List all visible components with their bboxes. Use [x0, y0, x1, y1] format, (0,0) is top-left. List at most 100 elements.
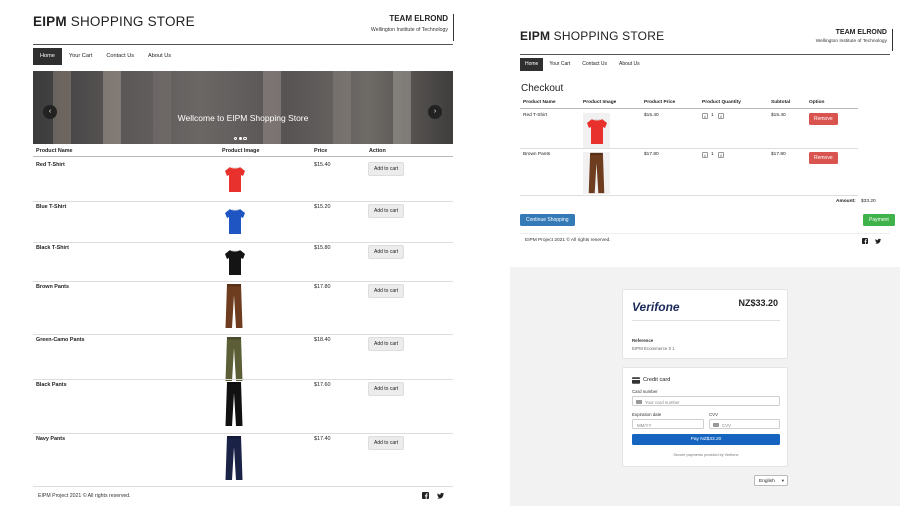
cvv-placeholder: CVV: [722, 422, 732, 428]
nav-your-cart[interactable]: Your Cart: [62, 48, 99, 65]
add-to-cart-button[interactable]: Add to cart: [368, 245, 405, 259]
add-to-cart-button[interactable]: Add to cart: [368, 162, 405, 176]
checkout-team-subtitle: Wellington Institute of Technology: [815, 39, 887, 44]
nav-contact-us[interactable]: Contact Us: [99, 48, 141, 65]
checkout-item-price: $17.80: [644, 152, 659, 157]
checkout-brand[interactable]: EIPM SHOPPING STORE: [520, 29, 664, 43]
checkout-item-subtotal: $17.80: [771, 152, 786, 157]
pants-image: [225, 382, 243, 426]
payment-button[interactable]: Payment: [863, 214, 895, 226]
facebook-icon[interactable]: [862, 238, 868, 244]
verifone-summary-card: Verifone NZ$33.20 Reference EIPM Ecommer…: [622, 289, 788, 359]
tshirt-image: [225, 249, 245, 275]
checkout-item-price: $15.40: [644, 113, 659, 118]
pants-image: [225, 436, 243, 480]
add-to-cart-button[interactable]: Add to cart: [368, 436, 405, 450]
row-divider: [33, 433, 453, 434]
facebook-icon[interactable]: [422, 492, 429, 499]
checkout-footer-divider: [520, 233, 890, 234]
carousel-indicators: [233, 127, 248, 144]
credit-card-title: Credit card: [643, 377, 671, 383]
expiry-placeholder: MM/YY: [637, 422, 652, 428]
col-price: Price: [314, 148, 328, 154]
cvv-label: CVV: [709, 412, 719, 417]
pay-button[interactable]: Pay NZ$33.20: [632, 434, 780, 445]
secure-payments-text: Secure payments provided by Verifone: [673, 453, 739, 457]
carousel-title: Wellcome to EIPM Shopping Store: [177, 113, 309, 123]
add-to-cart-button[interactable]: Add to cart: [368, 382, 405, 396]
checkout-nav-contact-us[interactable]: Contact Us: [576, 58, 613, 71]
add-to-cart-button[interactable]: Add to cart: [368, 204, 405, 218]
checkout-brand-bold: EIPM: [520, 29, 551, 43]
twitter-icon[interactable]: [875, 238, 881, 244]
checkout-nav-home[interactable]: Home: [520, 58, 544, 71]
add-to-cart-button[interactable]: Add to cart: [368, 337, 405, 351]
twitter-icon[interactable]: [437, 492, 444, 499]
pants-image: [588, 152, 605, 194]
product-name: Navy Pants: [36, 436, 66, 442]
main-nav: Home Your Cart Contact Us About Us: [33, 48, 178, 65]
footer-copyright: EIPM Project 2021 © All rights reserved.: [38, 493, 131, 499]
carousel-dot[interactable]: [233, 136, 238, 140]
language-select[interactable]: English ▾: [754, 475, 788, 486]
checkout-item-qty[interactable]: 1: [711, 152, 714, 157]
product-image: [224, 381, 244, 432]
continue-shopping-button[interactable]: Continue Shopping: [520, 214, 575, 226]
cvv-card-icon: [713, 423, 719, 427]
reference-value: EIPM Ecommerce 0 1: [632, 346, 675, 351]
reference-label: Reference: [632, 338, 654, 343]
checkout-table-end: [520, 195, 858, 196]
brand-bold: EIPM: [33, 14, 67, 29]
checkout-nav-your-cart[interactable]: Your Cart: [543, 58, 576, 71]
product-name: Green-Camo Pants: [36, 337, 85, 343]
tshirt-image: [587, 118, 607, 144]
product-image: [223, 207, 247, 240]
nav-about-us[interactable]: About Us: [141, 48, 178, 65]
checkout-product-image: [583, 113, 610, 149]
pants-image: [225, 337, 243, 381]
language-value: English: [759, 478, 775, 484]
carousel-decoration: [333, 71, 351, 144]
checkout-item-subtotal: $15.40: [771, 113, 786, 118]
product-name: Red T-Shirt: [36, 162, 65, 168]
team-box: TEAM ELROND Wellington Institute of Tech…: [330, 14, 454, 41]
expiry-field[interactable]: MM/YY: [632, 419, 704, 429]
quantity-increase-button[interactable]: ∨: [718, 152, 724, 158]
product-image: [224, 435, 244, 486]
store-brand[interactable]: EIPM SHOPPING STORE: [33, 14, 195, 29]
credit-card-form: Credit card Card number Your card number…: [622, 367, 788, 467]
carousel-decoration: [393, 71, 411, 144]
carousel-dot[interactable]: [243, 136, 247, 140]
cvv-field[interactable]: CVV: [709, 419, 780, 429]
brand-rest: SHOPPING STORE: [66, 14, 195, 29]
nav-home[interactable]: Home: [33, 48, 62, 65]
checkout-col-quantity: Product Quantity: [702, 100, 741, 105]
checkout-header-divider-line: [520, 108, 858, 109]
checkout-footer: EIPM Project 2021 © All rights reserved.: [525, 238, 611, 243]
expiry-label: Expiration date: [632, 412, 662, 417]
carousel-decoration: [263, 71, 281, 144]
pants-image: [225, 284, 243, 328]
header-divider: [33, 44, 453, 45]
carousel-decoration: [103, 71, 121, 144]
row-divider: [33, 379, 453, 380]
product-name: Brown Pants: [36, 284, 69, 290]
checkout-nav-about-us[interactable]: About Us: [613, 58, 646, 71]
col-action: Action: [369, 148, 386, 154]
add-to-cart-button[interactable]: Add to cart: [368, 284, 405, 298]
quantity-decrease-button[interactable]: ∧: [702, 152, 708, 158]
quantity-decrease-button[interactable]: ∧: [702, 113, 708, 119]
remove-button[interactable]: Remove: [809, 152, 838, 164]
card-number-field[interactable]: Your card number: [632, 396, 780, 406]
product-price: $18.40: [314, 337, 331, 343]
quantity-increase-button[interactable]: ∨: [718, 113, 724, 119]
carousel-dot-active[interactable]: [238, 136, 243, 140]
remove-button[interactable]: Remove: [809, 113, 838, 125]
checkout-col-name: Product Name: [523, 100, 556, 105]
amount-label: Amount:: [836, 199, 856, 204]
checkout-col-option: Option: [809, 100, 825, 105]
checkout-item-qty[interactable]: 1: [711, 113, 714, 118]
product-image: [223, 248, 247, 281]
checkout-item-name: Red T-Shirt: [523, 113, 548, 118]
row-divider: [33, 281, 453, 282]
